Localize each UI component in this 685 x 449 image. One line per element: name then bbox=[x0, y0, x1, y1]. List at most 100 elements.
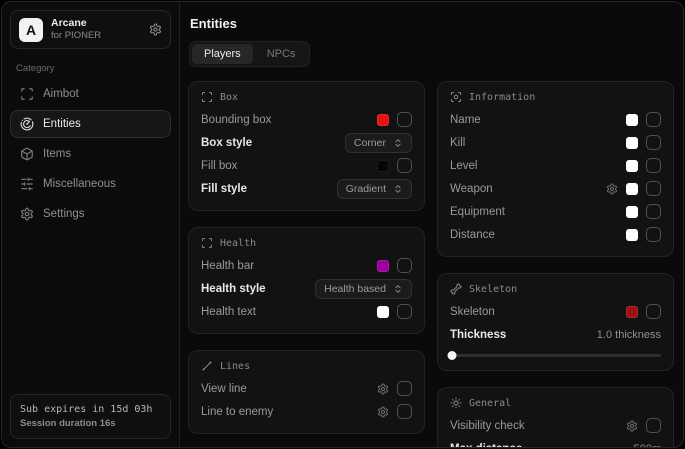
checkbox[interactable] bbox=[646, 418, 661, 433]
checkbox[interactable] bbox=[397, 112, 412, 127]
panel-lines: Lines View line Line to enemy bbox=[188, 350, 425, 434]
chevrons-up-down-icon bbox=[393, 138, 403, 148]
slider-thumb[interactable] bbox=[447, 351, 456, 360]
sidebar: A Arcane for PIONER Category Aimbot Enti… bbox=[2, 2, 180, 447]
setting-row-view-line: View line bbox=[201, 377, 412, 400]
setting-row-weapon: Weapon bbox=[450, 177, 661, 200]
checkbox[interactable] bbox=[397, 258, 412, 273]
panel-title: Skeleton bbox=[469, 284, 517, 295]
sidebar-nav: Aimbot Entities Items Miscellaneous Sett… bbox=[10, 80, 171, 228]
color-swatch[interactable] bbox=[626, 306, 638, 318]
package-icon bbox=[20, 147, 34, 161]
bone-icon bbox=[450, 283, 462, 295]
panel-box: Box Bounding box Box style Corner bbox=[188, 81, 425, 211]
tab-npcs[interactable]: NPCs bbox=[255, 44, 308, 64]
color-swatch[interactable] bbox=[626, 137, 638, 149]
color-swatch[interactable] bbox=[377, 160, 389, 172]
setting-row-thickness: Thickness 1.0 thickness bbox=[450, 323, 661, 346]
panel-skeleton: Skeleton Skeleton Thickness 1.0 thicknes… bbox=[437, 273, 674, 371]
color-swatch[interactable] bbox=[626, 229, 638, 241]
panel-information: Information Name Kill bbox=[437, 81, 674, 257]
panel-general: General Visibility check Max distance 50… bbox=[437, 387, 674, 448]
checkbox[interactable] bbox=[646, 112, 661, 127]
color-swatch[interactable] bbox=[626, 114, 638, 126]
setting-row-health-bar: Health bar bbox=[201, 254, 412, 277]
category-label: Category bbox=[16, 63, 165, 74]
gear-icon bbox=[20, 207, 34, 221]
color-swatch[interactable] bbox=[377, 260, 389, 272]
brand-card: A Arcane for PIONER bbox=[10, 10, 171, 49]
setting-row-visibility-check: Visibility check bbox=[450, 414, 661, 437]
subscription-card: Sub expires in 15d 03h Session duration … bbox=[10, 394, 171, 439]
entity-type-tabs: Players NPCs bbox=[189, 41, 310, 67]
gear-icon[interactable] bbox=[626, 420, 638, 432]
gear-icon[interactable] bbox=[149, 23, 162, 36]
color-swatch[interactable] bbox=[626, 206, 638, 218]
scan-eye-icon bbox=[450, 91, 462, 103]
chevrons-up-down-icon bbox=[393, 284, 403, 294]
max-distance-value: 500m bbox=[633, 443, 661, 449]
panel-health: Health Health bar Health style Health ba… bbox=[188, 227, 425, 334]
color-swatch[interactable] bbox=[626, 160, 638, 172]
sidebar-item-settings[interactable]: Settings bbox=[10, 200, 171, 228]
setting-row-equipment: Equipment bbox=[450, 200, 661, 223]
app-subtitle: for PIONER bbox=[51, 30, 141, 42]
scan-icon bbox=[201, 237, 213, 249]
setting-row-fill-box: Fill box bbox=[201, 154, 412, 177]
app-logo: A bbox=[19, 18, 43, 42]
checkbox[interactable] bbox=[646, 181, 661, 196]
gear-icon[interactable] bbox=[606, 183, 618, 195]
panel-title: Health bbox=[220, 238, 256, 249]
panel-title: Lines bbox=[220, 361, 250, 372]
sidebar-item-entities[interactable]: Entities bbox=[10, 110, 171, 138]
checkbox[interactable] bbox=[646, 204, 661, 219]
main-content: Entities Players NPCs Box Bounding box bbox=[180, 2, 683, 447]
setting-row-bounding-box: Bounding box bbox=[201, 108, 412, 131]
thickness-value: 1.0 thickness bbox=[597, 329, 661, 341]
gear-icon[interactable] bbox=[377, 383, 389, 395]
sidebar-item-label: Settings bbox=[43, 208, 85, 220]
sidebar-item-label: Items bbox=[43, 148, 71, 160]
sidebar-item-aimbot[interactable]: Aimbot bbox=[10, 80, 171, 108]
setting-row-name: Name bbox=[450, 108, 661, 131]
checkbox[interactable] bbox=[646, 158, 661, 173]
color-swatch[interactable] bbox=[626, 183, 638, 195]
session-duration-text: Session duration 16s bbox=[20, 417, 161, 431]
thickness-slider[interactable] bbox=[450, 350, 661, 360]
color-swatch[interactable] bbox=[377, 114, 389, 126]
sidebar-item-label: Entities bbox=[43, 118, 81, 130]
checkbox[interactable] bbox=[646, 304, 661, 319]
sidebar-item-label: Miscellaneous bbox=[43, 178, 116, 190]
setting-row-line-to-enemy: Line to enemy bbox=[201, 400, 412, 423]
page-title: Entities bbox=[190, 16, 674, 31]
setting-row-fill-style: Fill style Gradient bbox=[201, 177, 412, 200]
checkbox[interactable] bbox=[646, 135, 661, 150]
gear-icon[interactable] bbox=[377, 406, 389, 418]
panel-title: Information bbox=[469, 92, 535, 103]
setting-row-skeleton: Skeleton bbox=[450, 300, 661, 323]
line-icon bbox=[201, 360, 213, 372]
box-style-dropdown[interactable]: Corner bbox=[345, 133, 412, 153]
color-swatch[interactable] bbox=[377, 306, 389, 318]
checkbox[interactable] bbox=[646, 227, 661, 242]
setting-row-level: Level bbox=[450, 154, 661, 177]
health-style-dropdown[interactable]: Health based bbox=[315, 279, 412, 299]
tab-players[interactable]: Players bbox=[192, 44, 253, 64]
setting-row-health-style: Health style Health based bbox=[201, 277, 412, 300]
checkbox[interactable] bbox=[397, 381, 412, 396]
checkbox[interactable] bbox=[397, 404, 412, 419]
sidebar-item-label: Aimbot bbox=[43, 88, 79, 100]
checkbox[interactable] bbox=[397, 304, 412, 319]
fill-style-dropdown[interactable]: Gradient bbox=[337, 179, 412, 199]
sidebar-item-miscellaneous[interactable]: Miscellaneous bbox=[10, 170, 171, 198]
setting-row-health-text: Health text bbox=[201, 300, 412, 323]
chevrons-up-down-icon bbox=[393, 184, 403, 194]
scan-icon bbox=[201, 91, 213, 103]
app-title: Arcane bbox=[51, 17, 141, 30]
scan-icon bbox=[20, 87, 34, 101]
checkbox[interactable] bbox=[397, 158, 412, 173]
setting-row-max-distance: Max distance 500m bbox=[450, 437, 661, 448]
setting-row-distance: Distance bbox=[450, 223, 661, 246]
sub-expiry-text: Sub expires in 15d 03h bbox=[20, 402, 161, 417]
sidebar-item-items[interactable]: Items bbox=[10, 140, 171, 168]
